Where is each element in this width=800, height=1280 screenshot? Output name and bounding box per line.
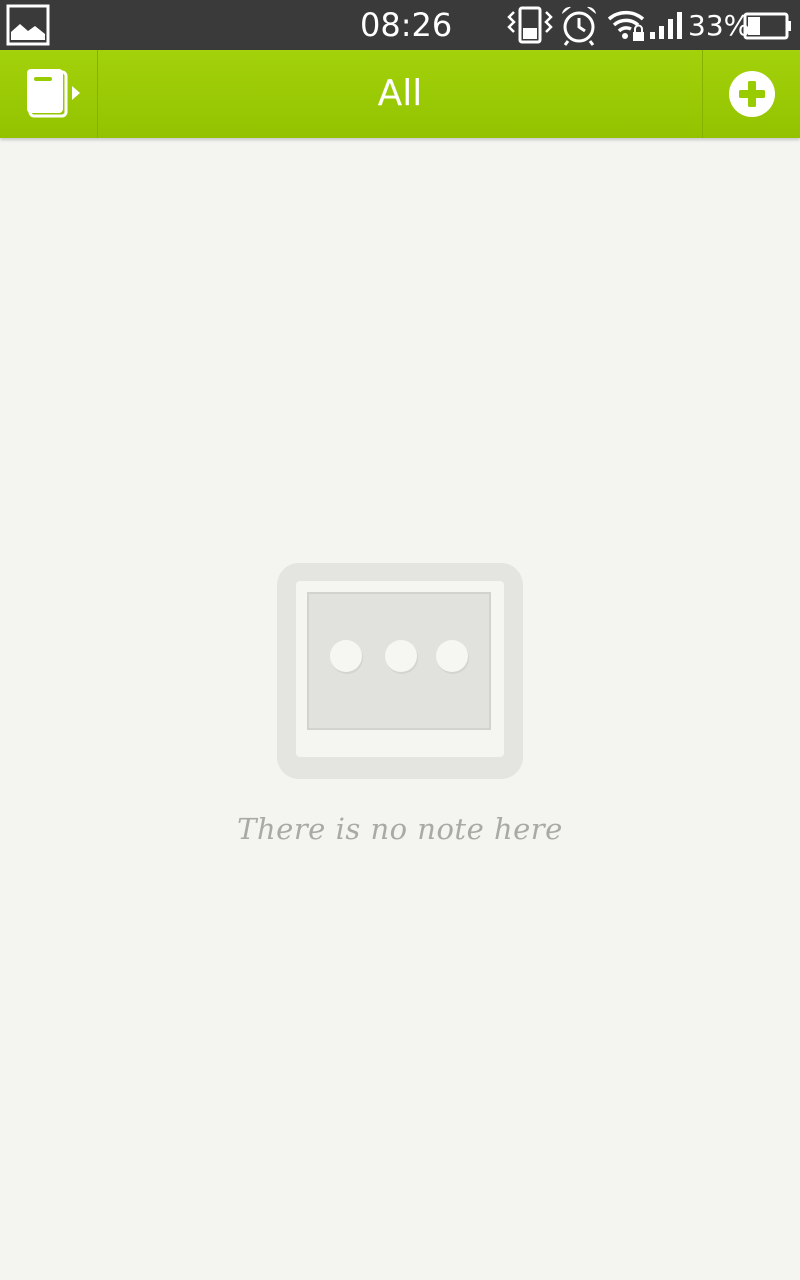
vibrate-icon [507, 6, 553, 44]
empty-note-icon [277, 563, 523, 779]
image-notification-icon [6, 4, 50, 46]
add-note-button[interactable] [702, 50, 800, 138]
status-time: 08:26 [360, 6, 453, 44]
battery-percent: 33% [688, 9, 751, 42]
notebook-button[interactable] [0, 50, 98, 138]
signal-icon [650, 12, 682, 39]
wifi-lock-icon [607, 11, 645, 41]
alarm-icon [562, 6, 596, 46]
empty-state-message: There is no note here [237, 812, 563, 846]
notebook-icon [27, 69, 80, 118]
add-circle-icon [729, 71, 775, 117]
app-title: All [377, 73, 423, 114]
battery-icon [743, 12, 791, 40]
status-bar: 08:26 33% [0, 0, 800, 50]
app-bar: All [0, 50, 800, 138]
